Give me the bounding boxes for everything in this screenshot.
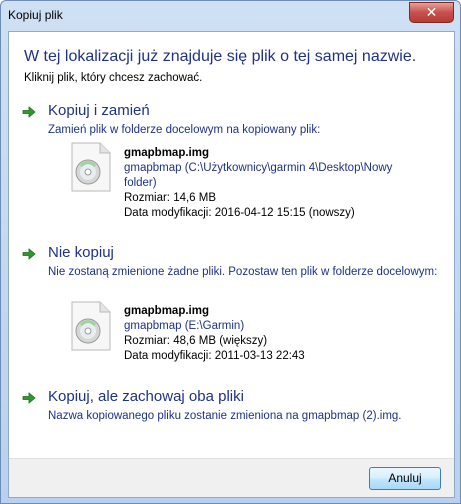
close-button[interactable]: ✕: [409, 2, 454, 23]
file-location: gmapbmap (C:\Użytkownicy\garmin 4\Deskto…: [124, 162, 393, 189]
option-copy-and-replace[interactable]: Kopiuj i zamień Zamień plik w folderze d…: [18, 102, 443, 222]
option-title: Kopiuj i zamień: [48, 102, 150, 119]
file-name: gmapbmap.img: [124, 147, 209, 159]
option-description: Nie zostaną zmienione żadne pliki. Pozos…: [48, 266, 438, 278]
file-modified: Data modyfikacji: 2016-04-12 15:15 (nows…: [124, 207, 355, 219]
title-bar[interactable]: Kopiuj plik ✕: [1, 1, 460, 31]
dialog-heading: W tej lokalizacji już znajduje się plik …: [24, 48, 417, 65]
option-copy-keep-both[interactable]: Kopiuj, ale zachowaj oba pliki Nazwa kop…: [18, 388, 443, 430]
green-arrow-icon: [22, 106, 36, 118]
option-do-not-copy[interactable]: Nie kopiuj Nie zostaną zmienione żadne p…: [18, 244, 443, 374]
file-name: gmapbmap.img: [124, 305, 209, 317]
green-arrow-icon: [22, 248, 36, 260]
file-modified: Data modyfikacji: 2011-03-13 22:43: [124, 350, 305, 362]
button-bar: Anuluj: [9, 458, 454, 497]
window-title: Kopiuj plik: [8, 8, 63, 22]
file-details: gmapbmap.img gmapbmap (C:\Użytkownicy\ga…: [124, 146, 424, 221]
file-location: gmapbmap (E:\Garmin): [124, 320, 245, 332]
disc-file-icon: [71, 301, 111, 351]
green-arrow-icon: [22, 392, 36, 404]
cancel-button[interactable]: Anuluj: [369, 467, 441, 490]
dialog-window: Kopiuj plik ✕ W tej lokalizacji już znaj…: [0, 0, 461, 504]
close-icon: ✕: [425, 4, 438, 20]
file-size: Rozmiar: 48,6 MB (większy): [124, 335, 268, 347]
option-title: Kopiuj, ale zachowaj oba pliki: [48, 388, 244, 405]
file-details: gmapbmap.img gmapbmap (E:\Garmin) Rozmia…: [124, 304, 424, 364]
file-size: Rozmiar: 14,6 MB: [124, 192, 217, 204]
option-description: Nazwa kopiowanego pliku zostanie zmienio…: [48, 410, 402, 422]
dialog-subheading: Kliknij plik, który chcesz zachować.: [24, 72, 203, 84]
option-title: Nie kopiuj: [48, 244, 114, 261]
dialog-content: W tej lokalizacji już znajduje się plik …: [8, 31, 455, 498]
option-description: Zamień plik w folderze docelowym na kopi…: [48, 124, 321, 136]
disc-file-icon: [71, 142, 111, 192]
